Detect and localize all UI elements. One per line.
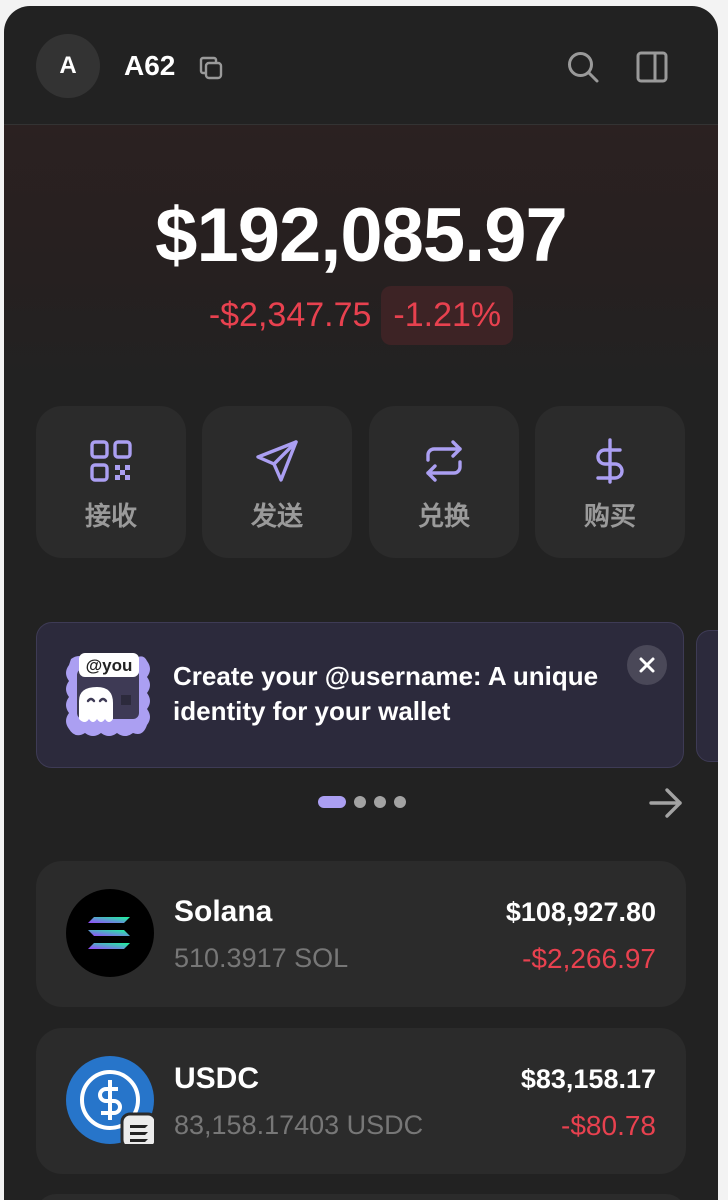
banner-tag: @you (86, 656, 133, 675)
avatar-letter: A (59, 52, 77, 79)
next-banner-card[interactable] (696, 630, 718, 762)
send-label: 发送 (250, 501, 303, 531)
buy-button[interactable]: 购买 (535, 406, 685, 558)
token-change: -$2,266.97 (522, 943, 656, 974)
swap-label: 兑换 (417, 501, 470, 531)
panel-toggle-icon[interactable] (635, 50, 669, 84)
banner-text: Create your @username: A unique identity… (173, 661, 599, 726)
header: A A62 (4, 6, 718, 125)
token-change: -$80.78 (561, 1110, 656, 1141)
copy-icon[interactable] (197, 54, 225, 82)
account-name[interactable]: A62 (124, 50, 175, 82)
token-row-partial[interactable] (36, 1194, 686, 1200)
action-buttons: 接收 发送 兑换 购买 (36, 406, 686, 558)
token-name: Solana (174, 895, 273, 928)
token-amount: 83,158.17403 USDC (174, 1110, 424, 1140)
qr-code-icon (90, 440, 132, 482)
token-row-solana[interactable]: Solana 510.3917 SOL $108,927.80 -$2,266.… (36, 861, 686, 1007)
change-amount: -$2,347.75 (208, 296, 372, 334)
usdc-logo-icon (66, 1056, 154, 1144)
receive-button[interactable]: 接收 (36, 406, 186, 558)
arrow-right-icon[interactable] (648, 786, 684, 820)
username-banner[interactable]: @you Create your @username: A unique ide… (36, 622, 684, 768)
username-ghost-icon: @you (66, 653, 150, 736)
send-button[interactable]: 发送 (202, 406, 352, 558)
swap-icon (426, 440, 462, 482)
avatar[interactable]: A (36, 34, 100, 98)
solana-logo-icon (66, 889, 154, 977)
token-name: USDC (174, 1062, 260, 1095)
search-icon[interactable] (566, 50, 600, 84)
swap-button[interactable]: 兑换 (369, 406, 519, 558)
balance-change: -$2,347.75 -1.21% (4, 286, 718, 345)
token-value: $108,927.80 (505, 897, 656, 927)
total-balance: $192,085.97 (155, 193, 568, 278)
receive-label: 接收 (84, 501, 137, 531)
pagination-dot[interactable] (354, 796, 366, 808)
wallet-screen: A A62 $192,085.97 -$2,347.75 -1.21% 接收 发… (4, 6, 718, 1200)
change-percent-badge: -1.21% (381, 286, 514, 345)
token-amount: 510.3917 SOL (174, 943, 349, 973)
buy-label: 购买 (583, 501, 636, 531)
dollar-icon (596, 438, 624, 484)
close-banner-button[interactable] (627, 645, 667, 685)
token-row-usdc[interactable]: USDC 83,158.17403 USDC $83,158.17 -$80.7… (36, 1028, 686, 1174)
pagination-dot-active[interactable] (318, 796, 346, 808)
send-icon (256, 440, 298, 482)
close-icon (639, 657, 655, 673)
pagination-dot[interactable] (374, 796, 386, 808)
pagination-dot[interactable] (394, 796, 406, 808)
token-value: $83,158.17 (520, 1064, 656, 1094)
